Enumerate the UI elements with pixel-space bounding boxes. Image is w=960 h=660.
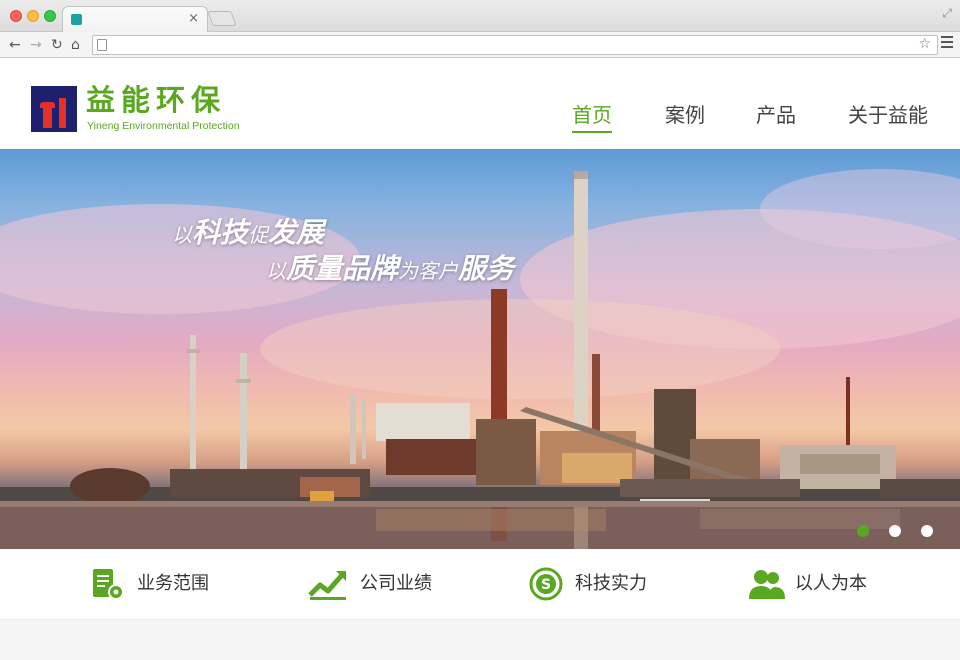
forward-icon[interactable]: → bbox=[30, 36, 42, 54]
slogan-line-2: 以质量品牌为客户服务 bbox=[266, 247, 514, 287]
browser-tab[interactable]: × bbox=[62, 6, 208, 33]
feature-label: 科技实力 bbox=[575, 573, 647, 594]
feature-label: 公司业绩 bbox=[360, 573, 432, 594]
star-icon[interactable]: ☆ bbox=[918, 36, 931, 52]
page-icon bbox=[97, 39, 107, 51]
site-header: 益能环保 Yineng Environmental Protection 首页 … bbox=[0, 59, 960, 149]
reload-icon[interactable]: ↻ bbox=[51, 36, 63, 54]
feature-label: 以人为本 bbox=[795, 573, 867, 594]
window-close-icon[interactable] bbox=[10, 10, 22, 22]
home-icon[interactable]: ⌂ bbox=[71, 36, 80, 54]
slogan-line-1: 以科技促发展 bbox=[172, 211, 324, 251]
browser-toolbar: ← → ↻ ⌂ ☆ bbox=[0, 32, 960, 58]
address-bar[interactable]: ☆ bbox=[92, 35, 938, 55]
slide-dot-1[interactable] bbox=[857, 525, 869, 537]
document-gear-icon bbox=[93, 569, 124, 600]
growth-chart-icon bbox=[308, 571, 346, 600]
browser-titlebar: × ⤢ bbox=[0, 0, 960, 33]
slide-dot-2[interactable] bbox=[889, 525, 901, 537]
svg-text:S: S bbox=[541, 577, 551, 593]
slogan-2-part-1: 以 bbox=[266, 259, 286, 283]
footer-strip bbox=[0, 619, 960, 660]
hero-banner[interactable]: 以科技促发展 以质量品牌为客户服务 bbox=[0, 149, 960, 549]
favicon-icon bbox=[71, 14, 82, 25]
nav-item-about[interactable]: 关于益能 bbox=[848, 103, 928, 127]
people-icon bbox=[749, 570, 785, 599]
nav-item-home[interactable]: 首页 bbox=[572, 103, 612, 133]
industrial-plant-illustration bbox=[0, 169, 960, 549]
slogan-1-part-3: 促 bbox=[248, 223, 269, 247]
nav-item-products[interactable]: 产品 bbox=[756, 103, 796, 127]
fullscreen-icon[interactable]: ⤢ bbox=[942, 6, 952, 21]
back-icon[interactable]: ← bbox=[9, 36, 21, 54]
feature-label: 业务范围 bbox=[137, 573, 209, 594]
nav-item-cases[interactable]: 案例 bbox=[665, 103, 705, 127]
feature-bar: 业务范围 公司业绩 S 科技实力 以人为本 bbox=[0, 549, 960, 619]
slide-dot-3[interactable] bbox=[921, 525, 933, 537]
slogan-1-part-1: 以 bbox=[172, 223, 192, 247]
slogan-1-part-4: 发展 bbox=[268, 216, 325, 249]
slogan-2-part-4: 服务 bbox=[458, 252, 515, 285]
slogan-2-part-3: 为客户 bbox=[398, 259, 459, 283]
slogan-1-part-2: 科技 bbox=[192, 216, 249, 249]
technology-badge-icon: S bbox=[529, 567, 563, 601]
main-nav: 首页 案例 产品 关于益能 bbox=[0, 59, 960, 149]
menu-icon[interactable] bbox=[941, 36, 953, 48]
window-minimize-icon[interactable] bbox=[27, 10, 39, 22]
slogan-2-part-2: 质量品牌 bbox=[286, 252, 399, 285]
close-icon[interactable]: × bbox=[188, 11, 199, 27]
new-tab-button[interactable] bbox=[207, 11, 237, 26]
window-maximize-icon[interactable] bbox=[44, 10, 56, 22]
